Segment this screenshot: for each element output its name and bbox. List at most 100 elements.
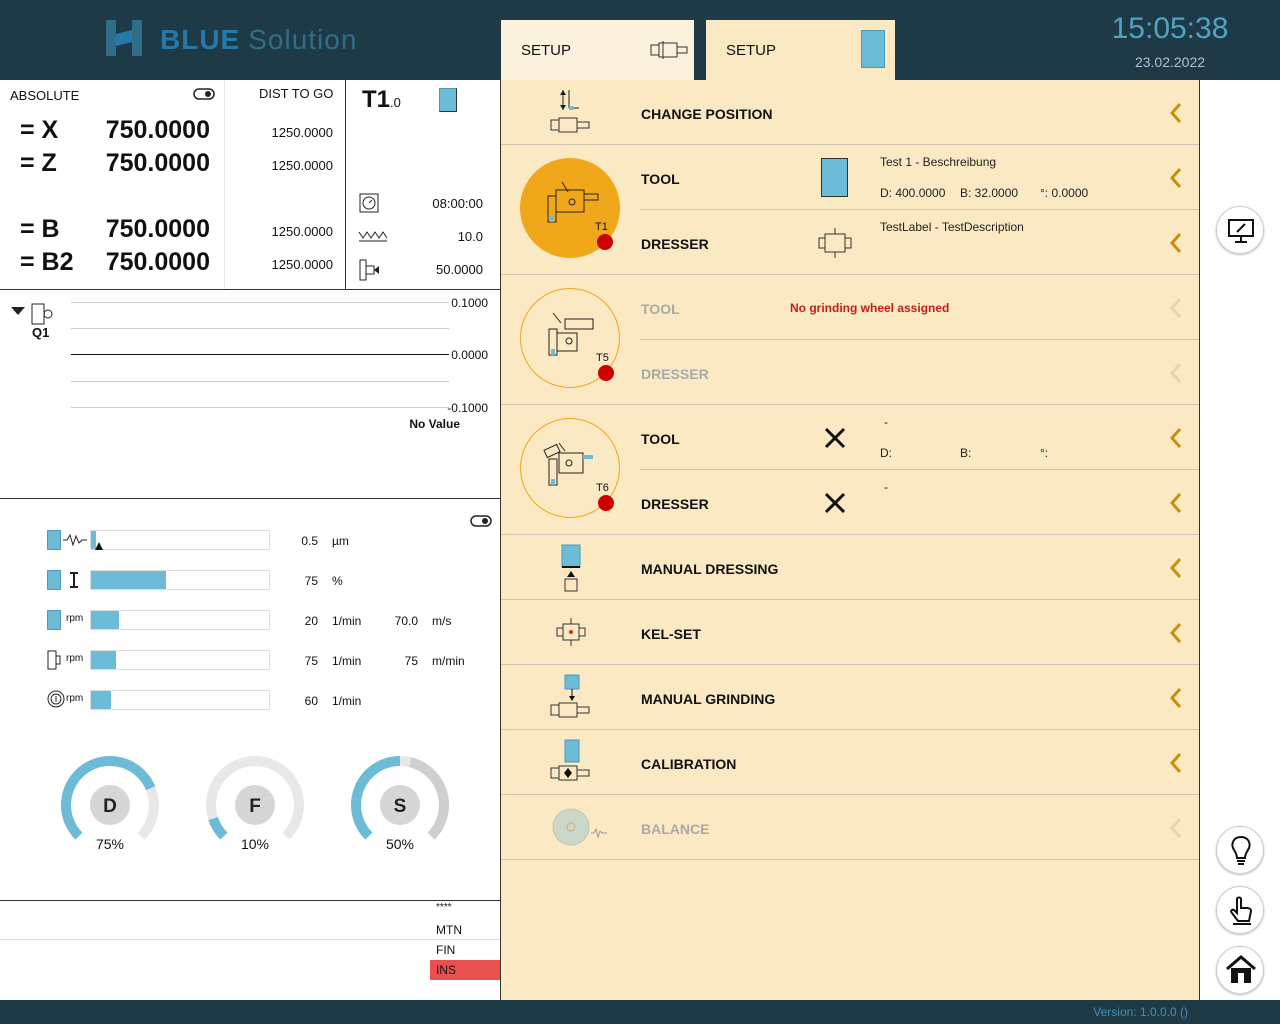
wheel-small-icon [439, 88, 457, 112]
tool-time: 08:00:00 [432, 196, 483, 211]
menu-t6-tool[interactable]: TOOL - D: B: °: [501, 405, 1199, 470]
dresser-position-icon [359, 259, 379, 281]
tool-width: B: [960, 446, 972, 460]
gauge-percent: 10% [240, 836, 270, 852]
menu-t5-tool[interactable]: TOOL No grinding wheel assigned [501, 275, 1199, 340]
collapse-triangle-icon[interactable] [10, 306, 26, 316]
tool-width: B: 32.0000 [960, 186, 1019, 200]
brand-main: BLUE [160, 24, 241, 55]
plot-y-top: 0.1000 [451, 296, 488, 310]
sensor-icon [47, 570, 61, 590]
warning-text: No grinding wheel assigned [790, 301, 950, 315]
axis-value-x: 750.0000 [105, 116, 210, 144]
axis-value-z: 750.0000 [105, 149, 210, 177]
edit-screen-button[interactable] [1216, 206, 1264, 254]
chevron-left-icon [1169, 558, 1182, 578]
wheel-profile-icon [821, 158, 848, 197]
menu-manual-dressing[interactable]: MANUAL DRESSING [501, 535, 1199, 600]
close-icon [824, 427, 846, 449]
menu-manual-grinding[interactable]: MANUAL GRINDING [501, 665, 1199, 730]
chevron-left-icon [1169, 298, 1182, 318]
tab-label: SETUP [726, 42, 777, 59]
chevron-left-icon [1169, 233, 1182, 253]
menu-t1-tool[interactable]: TOOL Test 1 - Beschreibung D: 400.0000 B… [501, 145, 1199, 210]
menu-t6-dresser[interactable]: DRESSER - [501, 470, 1199, 535]
bar-value-secondary: 75 [404, 654, 418, 668]
logo-icon [106, 20, 142, 56]
menu-calibration[interactable]: CALIBRATION [501, 730, 1199, 795]
tool-sub: .0 [390, 95, 401, 110]
menu-t1-dresser[interactable]: DRESSER TestLabel - TestDescription [501, 210, 1199, 275]
close-icon [824, 492, 846, 514]
status-ins: INS [430, 960, 500, 980]
chevron-left-icon [1169, 103, 1182, 123]
menu-t5-dresser[interactable]: DRESSER [501, 340, 1199, 405]
axis-name-x: = X [20, 116, 59, 144]
wheel-speed-icon [47, 610, 61, 630]
menu-label: MANUAL DRESSING [641, 561, 779, 577]
menu-label: DRESSER [641, 496, 709, 512]
vibration-icon [63, 533, 87, 547]
tool-angle: °: 0.0000 [1040, 186, 1089, 200]
brand-title: BLUE Solution [160, 24, 357, 56]
touch-button[interactable] [1216, 886, 1264, 934]
menu-balance[interactable]: BALANCE [501, 795, 1199, 860]
bar-value: 75 [304, 574, 318, 588]
tool-value: 50.0000 [436, 262, 483, 277]
spindle-icon [650, 41, 688, 59]
tab-setup-wheel[interactable]: SETUP [706, 20, 895, 80]
menu-label: CALIBRATION [641, 756, 737, 772]
menu-label: TOOL [641, 431, 680, 447]
axis-value-b: 750.0000 [105, 215, 210, 243]
menu-label: DRESSER [641, 236, 709, 252]
timer-icon [359, 193, 379, 213]
dresser-title: - [884, 480, 888, 494]
bar-unit: µm [332, 534, 349, 548]
dresser-icon [818, 228, 852, 258]
current-icon [70, 572, 78, 588]
dresser-title: TestLabel - TestDescription [880, 220, 1024, 234]
manual-grinding-icon [550, 674, 590, 718]
chevron-left-icon [1169, 493, 1182, 513]
axis-dist-z: 1250.0000 [271, 158, 333, 173]
menu-label: MANUAL GRINDING [641, 691, 776, 707]
measurement-plot: Q1 0.1000 0.0000 -0.1000 No Value [0, 290, 500, 499]
tab-label: SETUP [521, 42, 572, 59]
toggle-icon[interactable] [470, 515, 492, 527]
bar-unit: % [332, 574, 343, 588]
sensor-icon [47, 530, 61, 550]
bar-value: 0.5 [301, 534, 318, 548]
bar-dresser-speed [90, 650, 270, 670]
menu-kel-set[interactable]: KEL-SET [501, 600, 1199, 665]
home-icon [1226, 955, 1256, 983]
dist-to-go-label: DIST TO GO [259, 86, 334, 101]
probe-icon [31, 303, 53, 325]
menu-change-position[interactable]: CHANGE POSITION [501, 80, 1199, 145]
spindle-panel: 0.5 µm 75 % rpm 20 1/min 70.0 m/s rpm 75… [0, 499, 500, 900]
chevron-left-icon [1169, 753, 1182, 773]
bar-vibration [90, 530, 270, 550]
gauge-percent: 50% [385, 836, 415, 852]
home-button[interactable] [1216, 946, 1264, 994]
axis-name-z: = Z [20, 149, 57, 177]
tab-setup-position[interactable]: SETUP [501, 20, 694, 80]
current-tool: T1.0 [362, 86, 401, 114]
chevron-left-icon [1169, 688, 1182, 708]
chevron-left-icon [1169, 168, 1182, 188]
lightbulb-button[interactable] [1216, 826, 1264, 874]
status-mtn: MTN [436, 923, 462, 937]
menu-label: KEL-SET [641, 626, 701, 642]
toggle-icon[interactable] [193, 88, 215, 100]
rpm-label: rpm [66, 653, 84, 664]
brand-sub: Solution [248, 24, 358, 55]
chevron-left-icon [1169, 623, 1182, 643]
gauge-fill [208, 816, 228, 840]
tool-feed: 10.0 [457, 229, 483, 244]
menu-label: TOOL [641, 171, 680, 187]
setup-menu: CHANGE POSITION T1 TOOL Test 1 - Beschre… [501, 80, 1200, 1000]
wheel-icon [861, 30, 885, 68]
bar-unit: 1/min [332, 694, 362, 708]
bar-fill [91, 571, 166, 589]
workpiece-speed-icon [47, 690, 65, 708]
dresser-speed-icon [47, 650, 61, 670]
